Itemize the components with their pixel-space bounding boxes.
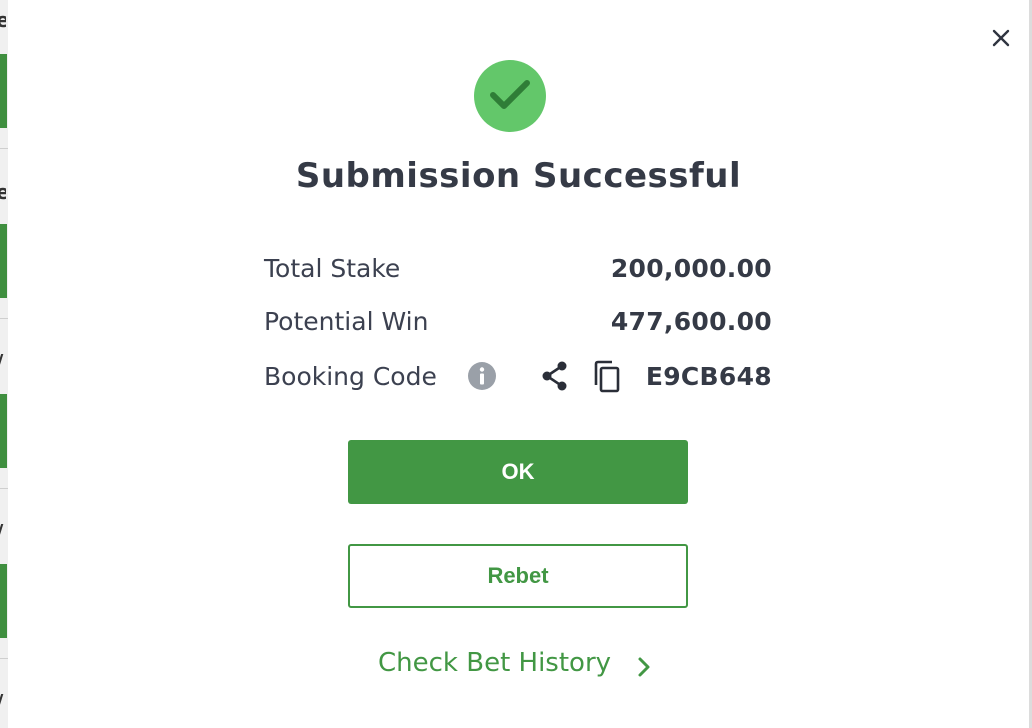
booking-code-label: Booking Code: [264, 362, 437, 391]
potential-win-label: Potential Win: [264, 307, 429, 336]
total-stake-value: 200,000.00: [610, 254, 772, 283]
chevron-right-icon: [634, 654, 654, 684]
background-odds-button[interactable]: [0, 224, 7, 298]
booking-code-row: Booking Code E9CB648: [264, 356, 772, 396]
booking-code-value[interactable]: E9CB648: [646, 362, 772, 391]
background-edge-text: e: [0, 180, 6, 204]
potential-win-value: 477,600.00: [610, 307, 772, 336]
background-edge-text: /: [0, 350, 6, 374]
background-odds-button[interactable]: [0, 394, 7, 468]
background-edge-text: e: [0, 8, 6, 32]
check-bet-history-label: Check Bet History: [378, 648, 612, 678]
total-stake-row: Total Stake 200,000.00: [264, 248, 772, 288]
info-icon[interactable]: [467, 361, 497, 391]
submission-success-dialog: Submission Successful Total Stake 200,00…: [8, 0, 1029, 728]
background-edge-text: /: [0, 520, 6, 544]
background-divider: [0, 148, 8, 149]
background-divider: [0, 318, 8, 319]
ok-button[interactable]: OK: [348, 440, 688, 504]
check-circle-icon: [474, 60, 546, 132]
close-button[interactable]: [984, 20, 1018, 56]
background-divider: [0, 488, 8, 489]
dialog-title: Submission Successful: [295, 156, 742, 196]
share-icon[interactable]: [538, 359, 572, 393]
total-stake-label: Total Stake: [264, 254, 401, 283]
potential-win-row: Potential Win 477,600.00: [264, 301, 772, 341]
background-divider: [0, 658, 8, 659]
rebet-button[interactable]: Rebet: [348, 544, 688, 608]
background-odds-button[interactable]: [0, 54, 7, 128]
copy-icon[interactable]: [590, 359, 624, 395]
background-odds-button[interactable]: [0, 564, 7, 638]
check-bet-history-link[interactable]: Check Bet History: [378, 644, 678, 688]
close-icon[interactable]: [984, 20, 1018, 56]
background-edge-text: /: [0, 690, 6, 714]
